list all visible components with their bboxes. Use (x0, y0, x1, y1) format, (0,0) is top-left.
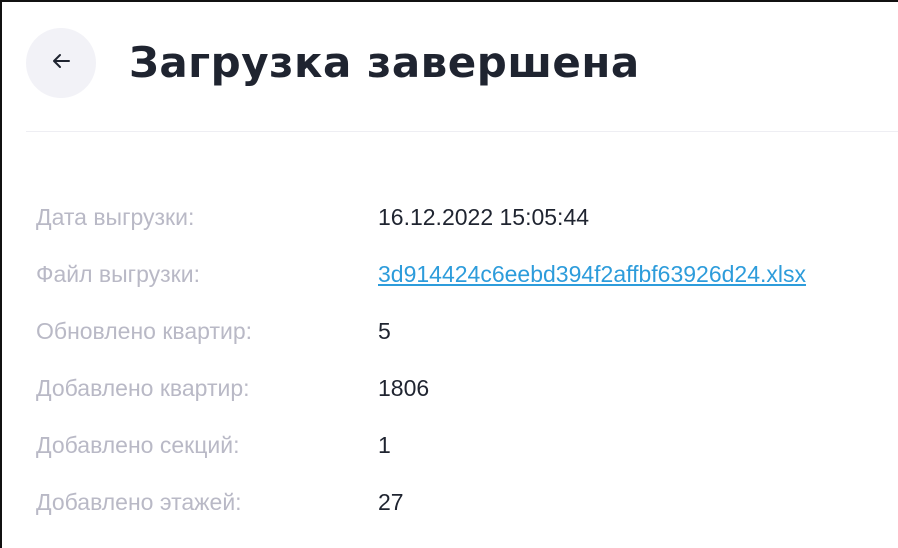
added-floors-label: Добавлено этажей: (36, 489, 242, 515)
detail-row-added-sections: Добавлено секций: 1 (36, 430, 898, 487)
added-apartments-label: Добавлено квартир: (36, 375, 250, 401)
detail-row-added-apartments: Добавлено квартир: 1806 (36, 373, 898, 430)
updated-apartments-label: Обновлено квартир: (36, 318, 253, 344)
upload-complete-panel: Загрузка завершена Дата выгрузки: 16.12.… (0, 0, 898, 548)
detail-row-upload-file: Файл выгрузки: 3d914424c6eebd394f2affbf6… (36, 259, 898, 316)
added-apartments-value: 1806 (378, 375, 430, 401)
upload-date-label: Дата выгрузки: (36, 204, 195, 230)
back-button[interactable] (26, 28, 96, 98)
detail-row-upload-date: Дата выгрузки: 16.12.2022 15:05:44 (36, 202, 898, 259)
header-divider (26, 131, 898, 132)
updated-apartments-value: 5 (378, 318, 391, 344)
added-sections-value: 1 (378, 432, 391, 458)
upload-details: Дата выгрузки: 16.12.2022 15:05:44 Файл … (36, 202, 898, 544)
upload-file-link[interactable]: 3d914424c6eebd394f2affbf63926d24.xlsx (378, 259, 806, 289)
page-header: Загрузка завершена (26, 28, 898, 100)
arrow-left-icon (49, 49, 73, 77)
detail-row-updated-apartments: Обновлено квартир: 5 (36, 316, 898, 373)
added-floors-value: 27 (378, 489, 404, 515)
upload-file-label: Файл выгрузки: (36, 261, 200, 287)
upload-date-value: 16.12.2022 15:05:44 (378, 204, 590, 230)
added-sections-label: Добавлено секций: (36, 432, 240, 458)
page-title: Загрузка завершена (129, 38, 640, 87)
detail-row-added-floors: Добавлено этажей: 27 (36, 487, 898, 544)
